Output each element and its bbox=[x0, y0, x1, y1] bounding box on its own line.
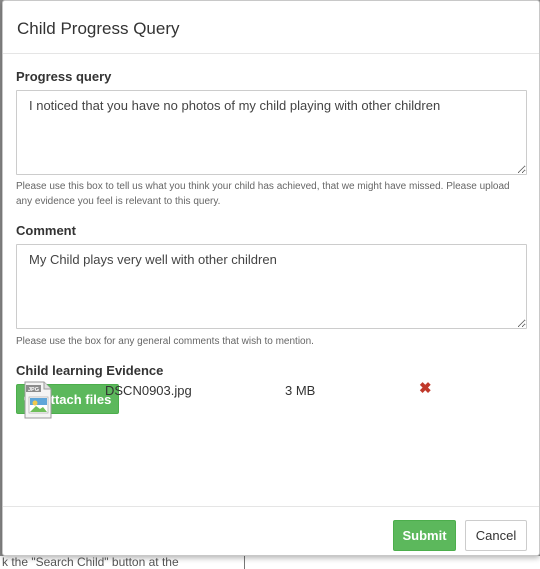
background-divider bbox=[244, 556, 245, 569]
file-size: 3 MB bbox=[285, 383, 316, 398]
dialog-title: Child Progress Query bbox=[17, 19, 180, 38]
submit-button[interactable]: Submit bbox=[393, 520, 456, 551]
progress-query-label: Progress query bbox=[16, 69, 112, 84]
comment-label: Comment bbox=[16, 223, 76, 238]
background-page-text: k the "Search Child" button at the bbox=[0, 556, 540, 569]
file-list-item: JPG DSCN0903.jpg 3 MB ✖ bbox=[3, 377, 540, 427]
cancel-button[interactable]: Cancel bbox=[465, 520, 527, 551]
dialog-footer: Submit Cancel bbox=[3, 506, 539, 556]
evidence-label: Child learning Evidence bbox=[16, 363, 164, 378]
file-type-label: JPG bbox=[28, 387, 39, 393]
progress-query-help-text: Please use this box to tell us what you … bbox=[16, 181, 510, 207]
jpg-file-icon: JPG bbox=[23, 381, 53, 419]
dialog-header: Child Progress Query bbox=[3, 1, 539, 54]
comment-textarea[interactable]: My Child plays very well with other chil… bbox=[16, 244, 527, 329]
comment-help-text: Please use the box for any general comme… bbox=[16, 336, 314, 347]
progress-query-dialog: Child Progress Query Progress query I no… bbox=[2, 0, 540, 556]
file-name: DSCN0903.jpg bbox=[105, 383, 192, 398]
progress-query-textarea[interactable]: I noticed that you have no photos of my … bbox=[16, 90, 527, 175]
remove-file-icon[interactable]: ✖ bbox=[419, 381, 432, 396]
